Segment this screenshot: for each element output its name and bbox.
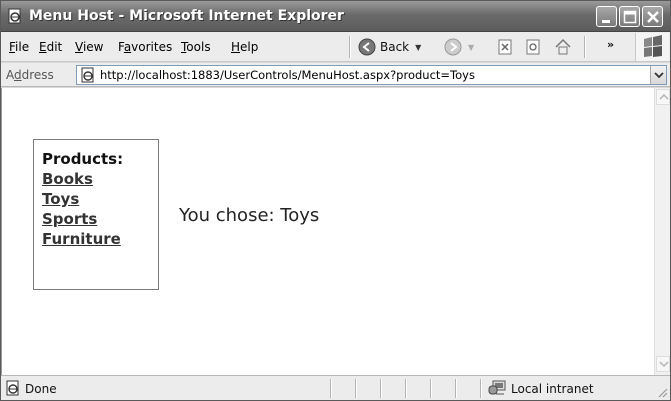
address-url[interactable]: http://localhost:1883/UserControls/MenuH… [100, 68, 475, 82]
close-button[interactable] [642, 6, 663, 27]
menu-help[interactable]: Help [231, 40, 258, 54]
back-arrow-icon [358, 38, 376, 56]
link-books[interactable]: Books [42, 169, 158, 189]
stop-button[interactable] [497, 37, 513, 57]
link-furniture[interactable]: Furniture [42, 229, 158, 249]
done-page-icon [6, 380, 19, 396]
status-divider [380, 379, 381, 398]
forward-dropdown-icon[interactable]: ▼ [468, 43, 474, 52]
chevron-down-icon [659, 361, 669, 368]
address-dropdown-button[interactable] [650, 66, 666, 84]
maximize-icon [623, 10, 637, 24]
windows-flag-icon [644, 35, 662, 57]
menu-heading: Products: [42, 150, 124, 168]
close-icon [647, 11, 659, 23]
scroll-up-button[interactable] [656, 89, 670, 105]
menu-edit[interactable]: Edit [39, 40, 62, 54]
address-bar: Address http://localhost:1883/UserContro… [1, 63, 670, 87]
toolbar-separator [584, 36, 585, 58]
status-bar: Done Local intranet [1, 375, 670, 400]
window-title: Menu Host - Microsoft Internet Explorer [29, 8, 344, 24]
address-label: Address [6, 68, 54, 82]
address-input[interactable]: http://localhost:1883/UserControls/MenuH… [76, 65, 667, 85]
toolbar-separator [349, 36, 350, 58]
windows-logo [635, 33, 669, 61]
status-text: Done [25, 382, 57, 396]
menu-view[interactable]: View [75, 40, 103, 54]
title-bar[interactable]: Menu Host - Microsoft Internet Explorer [1, 1, 670, 32]
minimize-icon [602, 20, 610, 23]
status-divider [355, 379, 356, 398]
forward-button[interactable]: ▼ [444, 37, 474, 57]
page-content: Products: Books Toys Sports Furniture Yo… [1, 88, 654, 375]
refresh-icon [526, 39, 540, 55]
status-divider [430, 379, 431, 398]
link-toys[interactable]: Toys [42, 189, 158, 209]
back-label: Back [380, 40, 410, 54]
home-icon [555, 38, 571, 55]
chevron-up-icon [659, 93, 669, 100]
home-button[interactable] [554, 37, 572, 57]
menu-tools[interactable]: Tools [181, 40, 211, 54]
status-divider [330, 379, 331, 398]
local-intranet-icon [488, 380, 506, 395]
minimize-button[interactable] [596, 6, 617, 27]
toolbar-overflow-icon[interactable]: » [607, 38, 614, 51]
selection-message: You chose: Toys [179, 205, 320, 226]
vertical-scrollbar[interactable] [654, 88, 670, 375]
page-icon [81, 67, 94, 83]
menu-favorites[interactable]: Favorites [118, 40, 172, 54]
menu-bar: File Edit View Favorites Tools Help Back… [1, 32, 670, 62]
security-zone: Local intranet [511, 382, 594, 396]
link-sports[interactable]: Sports [42, 209, 158, 229]
status-divider [480, 379, 481, 398]
stop-icon [498, 39, 512, 55]
browser-window: Menu Host - Microsoft Internet Explorer … [0, 0, 671, 401]
status-divider [405, 379, 406, 398]
status-divider [455, 379, 456, 398]
maximize-button[interactable] [619, 6, 640, 27]
back-button[interactable]: Back ▼ [358, 37, 421, 57]
refresh-button[interactable] [525, 37, 541, 57]
scroll-down-button[interactable] [656, 356, 670, 372]
forward-arrow-icon [444, 38, 462, 56]
ie-page-icon [8, 8, 21, 24]
product-menu: Products: Books Toys Sports Furniture [33, 139, 159, 290]
back-dropdown-icon[interactable]: ▼ [415, 43, 421, 52]
chevron-down-icon [654, 72, 664, 79]
resize-grip-icon[interactable] [656, 386, 668, 398]
menu-file[interactable]: File [9, 40, 29, 54]
